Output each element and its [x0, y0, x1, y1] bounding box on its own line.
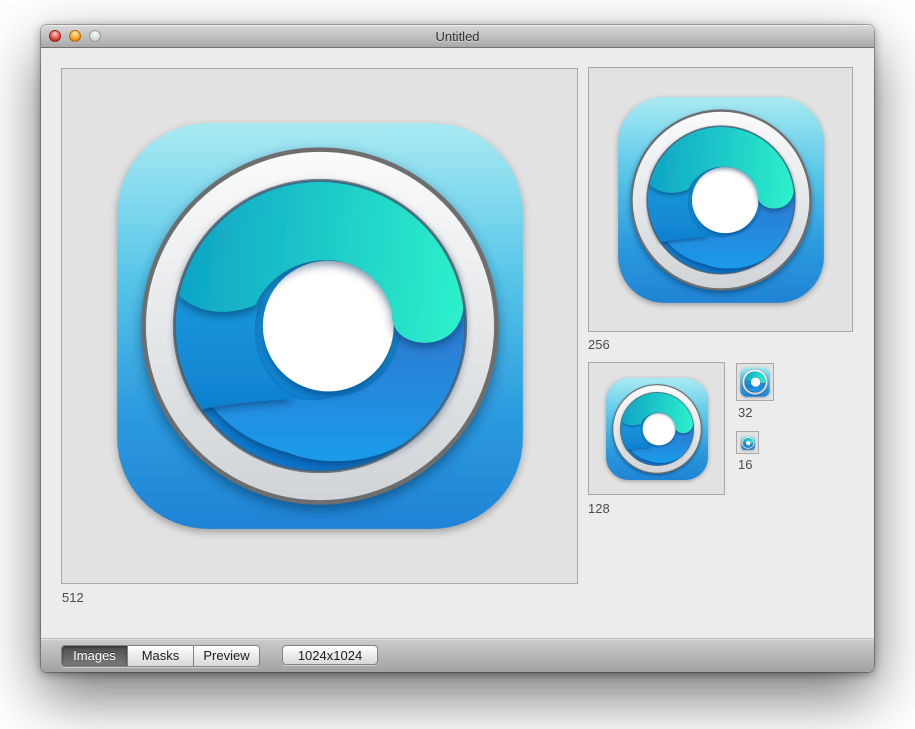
- titlebar[interactable]: Untitled: [41, 25, 874, 48]
- preview-slot-32[interactable]: [736, 363, 774, 401]
- app-icon-128: [605, 377, 709, 481]
- bottom-toolbar: Images Masks Preview 1024x1024: [41, 638, 874, 672]
- size-label-16: 16: [738, 457, 752, 472]
- segment-masks[interactable]: Masks: [127, 646, 193, 666]
- size-1024-button[interactable]: 1024x1024: [282, 645, 378, 665]
- size-label-32: 32: [738, 405, 752, 420]
- window-title: Untitled: [41, 25, 874, 47]
- size-label-256: 256: [588, 337, 610, 352]
- preview-slot-512[interactable]: [61, 68, 578, 584]
- app-icon-16: [741, 436, 755, 450]
- app-icon-256: [616, 95, 826, 305]
- preview-slot-256[interactable]: [588, 67, 853, 332]
- app-window: Untitled 512 256 128 32 16 Images Masks …: [41, 25, 874, 672]
- size-label-512: 512: [62, 590, 84, 605]
- segment-preview[interactable]: Preview: [193, 646, 259, 666]
- app-icon-512: [113, 119, 527, 533]
- content-area: 512 256 128 32 16: [41, 48, 874, 639]
- segmented-control: Images Masks Preview: [61, 645, 260, 667]
- app-icon-32: [740, 367, 770, 397]
- size-label-128: 128: [588, 501, 610, 516]
- preview-slot-128[interactable]: [588, 362, 725, 495]
- segment-images[interactable]: Images: [62, 646, 127, 666]
- preview-slot-16[interactable]: [736, 431, 759, 454]
